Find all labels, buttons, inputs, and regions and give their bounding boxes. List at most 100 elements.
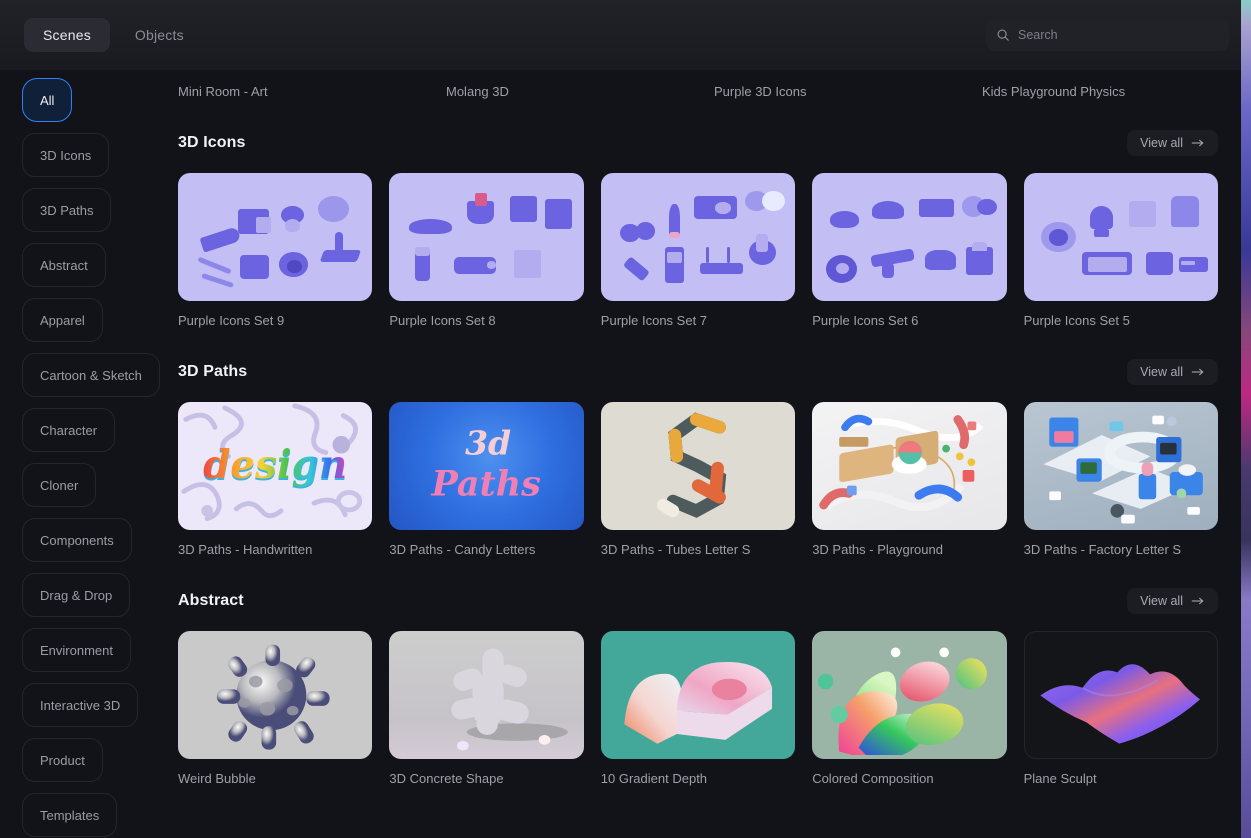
candy-letters-artwork: 3d Paths <box>431 423 541 504</box>
plane-sculpt-artwork <box>1039 664 1200 744</box>
asset-card[interactable]: 3D Paths - Tubes Letter S <box>600 402 796 557</box>
search-input[interactable] <box>1018 28 1219 42</box>
sidebar-item-cloner[interactable]: Cloner <box>22 463 97 507</box>
card-label: Purple Icons Set 5 <box>1023 313 1130 328</box>
sidebar-item-character[interactable]: Character <box>22 408 116 452</box>
view-all-button[interactable]: View all <box>1127 130 1218 156</box>
sidebar-item-all[interactable]: All <box>22 78 73 122</box>
asset-card[interactable]: design design 3D Paths - Handwritten <box>178 402 373 557</box>
asset-thumbnail <box>389 631 584 759</box>
view-all-label: View all <box>1140 136 1183 150</box>
asset-card[interactable]: Purple Icons Set 9 <box>178 173 373 328</box>
asset-thumbnail <box>1023 631 1218 759</box>
card-label: Kids Playground Physics <box>982 84 1126 99</box>
top-bar: Scenes Objects <box>0 0 1251 70</box>
view-all-button[interactable]: View all <box>1127 359 1218 385</box>
tab-scenes[interactable]: Scenes <box>24 18 110 52</box>
asset-thumbnail <box>812 631 1007 759</box>
sidebar-item-environment[interactable]: Environment <box>22 628 131 672</box>
asset-thumbnail <box>600 631 796 759</box>
search-box[interactable] <box>986 19 1229 51</box>
asset-thumbnail <box>178 173 373 301</box>
asset-card[interactable]: Purple Icons Set 5 <box>1023 173 1218 328</box>
card-label: Mini Room - Art <box>178 84 268 99</box>
sidebar-item-drag-drop[interactable]: Drag & Drop <box>22 573 131 617</box>
gradient-depth-artwork <box>624 661 772 744</box>
sidebar-item-apparel[interactable]: Apparel <box>22 298 103 342</box>
sidebar-item-3d-icons[interactable]: 3D Icons <box>22 133 110 177</box>
svg-text:3d: 3d <box>465 423 511 462</box>
asset-card[interactable]: Purple Icons Set 6 <box>812 173 1007 328</box>
search-icon <box>997 29 1009 41</box>
asset-thumbnail: 3d Paths <box>389 402 584 530</box>
asset-grid: Purple Icons Set 9 Purple Icons Set 8 Pu… <box>178 173 1218 328</box>
section-header: Abstract View all <box>178 587 1218 615</box>
card-label: 3D Paths - Handwritten <box>178 542 313 557</box>
svg-text:design: design <box>203 443 347 488</box>
card-label: 3D Paths - Tubes Letter S <box>600 542 751 557</box>
section-3d-paths: 3D Paths View all design design 3D Paths… <box>178 358 1218 557</box>
card-label: Purple Icons Set 8 <box>389 313 496 328</box>
view-all-label: View all <box>1140 594 1183 608</box>
concrete-shape-artwork <box>451 648 569 751</box>
tab-bar: Scenes Objects <box>24 18 203 52</box>
section-abstract: Abstract View all Weird Bubble 3D Concre… <box>178 587 1218 786</box>
factory-letter-s-artwork <box>1043 415 1203 524</box>
sidebar-item-product[interactable]: Product <box>22 738 103 782</box>
card-label: 3D Paths - Factory Letter S <box>1023 542 1182 557</box>
asset-thumbnail <box>812 402 1007 530</box>
card-label: 10 Gradient Depth <box>600 771 708 786</box>
card-label: 3D Paths - Playground <box>812 542 943 557</box>
sidebar-item-3d-paths[interactable]: 3D Paths <box>22 188 112 232</box>
card-label: Plane Sculpt <box>1023 771 1097 786</box>
section-title: 3D Paths <box>178 363 248 380</box>
asset-card[interactable]: 3D Paths - Factory Letter S <box>1023 402 1218 557</box>
card-label: Purple 3D Icons <box>714 84 807 99</box>
asset-card[interactable]: Purple Icons Set 8 <box>389 173 584 328</box>
asset-card[interactable]: Weird Bubble <box>178 631 373 786</box>
right-edge-panel-sliver <box>1241 0 1251 838</box>
asset-thumbnail <box>600 173 796 301</box>
card-label: Purple Icons Set 6 <box>812 313 919 328</box>
view-all-button[interactable]: View all <box>1127 588 1218 614</box>
card-label: Purple Icons Set 9 <box>178 313 285 328</box>
asset-thumbnail <box>1023 402 1218 530</box>
arrow-right-icon <box>1191 597 1204 605</box>
section-header: 3D Icons View all <box>178 129 1218 157</box>
card-label: Purple Icons Set 7 <box>600 313 708 328</box>
card-label: 3D Concrete Shape <box>389 771 504 786</box>
tubes-letter-s-artwork <box>656 412 727 518</box>
asset-thumbnail <box>812 173 1007 301</box>
card-label: Colored Composition <box>812 771 934 786</box>
category-sidebar[interactable]: All 3D Icons 3D Paths Abstract Apparel C… <box>0 70 178 838</box>
section-header: 3D Paths View all <box>178 358 1218 386</box>
asset-card[interactable]: Plane Sculpt <box>1023 631 1218 786</box>
card-label: 3D Paths - Candy Letters <box>389 542 536 557</box>
section-title: 3D Icons <box>178 134 246 151</box>
asset-library-window: Scenes Objects All 3D Icons 3D Paths Abs… <box>0 0 1251 838</box>
asset-card[interactable]: Colored Composition <box>812 631 1007 786</box>
asset-card[interactable]: 3D Paths - Playground <box>812 402 1007 557</box>
sidebar-item-templates[interactable]: Templates <box>22 793 118 837</box>
asset-thumbnail <box>178 631 373 759</box>
asset-grid-scroll-area[interactable]: Mini Room - Art Molang 3D Purple 3D Icon… <box>178 0 1251 838</box>
card-label: Weird Bubble <box>178 771 256 786</box>
asset-thumbnail <box>389 173 584 301</box>
sidebar-item-cartoon-sketch[interactable]: Cartoon & Sketch <box>22 353 160 397</box>
weird-bubble-artwork <box>216 644 330 750</box>
svg-text:Paths: Paths <box>431 463 541 504</box>
asset-card[interactable]: 3d Paths 3D Paths - Candy Letters <box>389 402 584 557</box>
sidebar-item-interactive-3d[interactable]: Interactive 3D <box>22 683 139 727</box>
asset-card[interactable]: 10 Gradient Depth <box>600 631 796 786</box>
asset-card[interactable]: Purple Icons Set 7 <box>600 173 796 328</box>
asset-card[interactable]: 3D Concrete Shape <box>389 631 584 786</box>
sidebar-item-components[interactable]: Components <box>22 518 132 562</box>
tab-objects[interactable]: Objects <box>116 18 203 52</box>
colored-composition-artwork <box>818 647 988 756</box>
section-title: Abstract <box>178 592 244 609</box>
arrow-right-icon <box>1191 368 1204 376</box>
asset-grid: Weird Bubble 3D Concrete Shape 10 Gradie… <box>178 631 1218 786</box>
asset-thumbnail <box>600 402 796 530</box>
asset-thumbnail <box>1023 173 1218 301</box>
sidebar-item-abstract[interactable]: Abstract <box>22 243 106 287</box>
